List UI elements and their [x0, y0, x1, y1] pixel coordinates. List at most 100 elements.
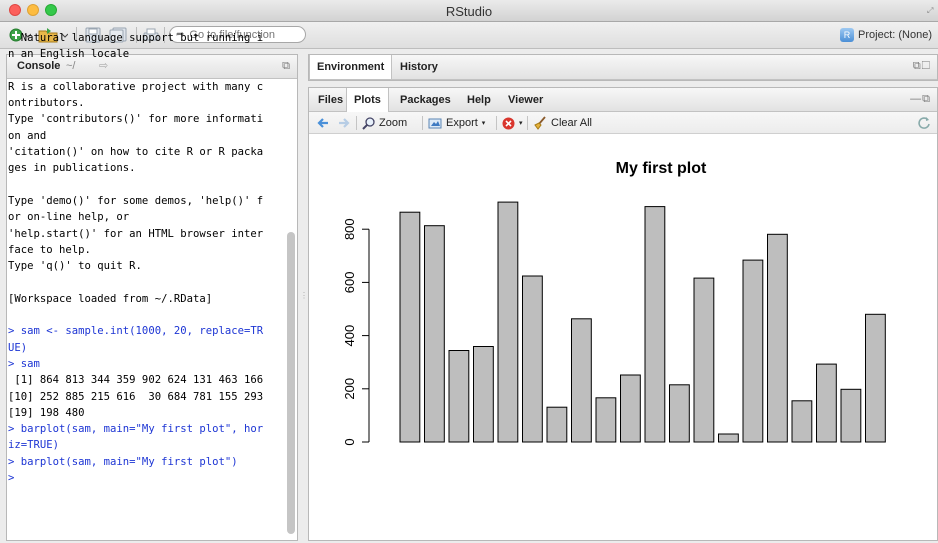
console-line: Type 'q()' to quit R. [8, 260, 142, 273]
console-line: n an English locale [8, 48, 130, 61]
export-label: Export [446, 117, 478, 129]
plot-area: My first plot 0 200 400 600 800 [309, 134, 937, 540]
chart-title: My first plot [616, 160, 707, 177]
console-line: R is a collaborative project with many c [8, 80, 264, 93]
tab-help-label: Help [467, 93, 491, 106]
chart-bar [546, 406, 568, 443]
chart-bar [571, 318, 592, 443]
project-label: Project: (None) [858, 29, 932, 41]
environment-header: Environment History ⧉☐ [309, 55, 937, 80]
tab-viewer-label: Viewer [508, 93, 544, 106]
splitter-grip-icon: ⋮ [300, 291, 308, 300]
y-tick-label: 200 [342, 378, 357, 400]
back-arrow-icon[interactable] [316, 115, 330, 131]
bar-chart: My first plot 0 200 400 600 800 [342, 160, 886, 446]
console-line: > sam <- sample.int(1000, 20, replace=TR [8, 325, 264, 338]
plots-pane: Files Plots Packages Help Viewer —⧉ Zoom… [308, 87, 938, 541]
window-titlebar: RStudio ⤢ [0, 0, 938, 22]
chart-bar [644, 206, 666, 443]
plots-header: Files Plots Packages Help Viewer —⧉ [309, 88, 937, 112]
chart-bar [497, 201, 519, 443]
tab-plots[interactable]: Plots [346, 88, 389, 112]
export-icon [428, 118, 442, 128]
chevron-down-icon: ▾ [519, 120, 523, 127]
broom-icon [534, 116, 546, 130]
console-line: > barplot(sam, main="My first plot") [8, 455, 238, 468]
chart-bar [448, 350, 470, 443]
zoom-label: Zoom [379, 117, 408, 129]
console-line: [19] 198 480 [8, 406, 85, 419]
console-line: Type 'contributors()' for more informati [8, 113, 264, 126]
tab-environment[interactable]: Environment [309, 55, 393, 79]
chart-bar [718, 433, 739, 443]
remove-icon [502, 117, 515, 129]
console-line: face to help. [8, 243, 91, 256]
console-line: > sam [8, 357, 40, 370]
tab-files[interactable]: Files [311, 88, 350, 111]
fullscreen-icon[interactable]: ⤢ [927, 6, 935, 15]
y-tick-label: 800 [342, 218, 357, 240]
console-line: [1] 864 813 344 359 902 624 131 463 166 [8, 374, 264, 387]
pane-splitter[interactable]: ⋮ [298, 49, 308, 543]
project-menu[interactable]: R Project: (None) [840, 28, 932, 42]
tab-plots-label: Plots [354, 94, 381, 106]
refresh-icon[interactable] [917, 115, 931, 131]
console-line: ontributors. [8, 97, 85, 110]
console-line: 'help.start()' for an HTML browser inter [8, 227, 264, 240]
chart-bar [595, 397, 617, 443]
y-tick-label: 0 [342, 438, 357, 445]
console-line: UE) [8, 341, 28, 354]
chart-bar [767, 233, 788, 443]
project-icon: R [840, 28, 855, 42]
window-title: RStudio [445, 4, 493, 19]
console-line: > [8, 472, 15, 485]
console-line: iz=TRUE) [8, 439, 60, 452]
chart-bar [840, 388, 862, 443]
chart-bar [865, 313, 886, 443]
console-output[interactable]: Natural language support but running i n … [8, 30, 284, 522]
console-scrollbar[interactable] [287, 232, 295, 534]
minimize-maximize-icons[interactable]: —⧉ [910, 93, 931, 106]
chevron-down-icon: ▾ [481, 120, 486, 127]
chart-bar [399, 211, 421, 443]
chart-bar [424, 225, 445, 443]
tab-viewer[interactable]: Viewer [501, 88, 550, 111]
zoom-button[interactable]: Zoom [362, 115, 407, 131]
console-line: [10] 252 885 215 616 30 684 781 155 293 [8, 390, 264, 403]
chart-bar [522, 275, 543, 443]
console-line: Natural language support but running i [8, 32, 264, 44]
console-line: ges in publications. [8, 162, 136, 175]
chart-bar [669, 384, 690, 443]
environment-pane: Environment History ⧉☐ [308, 54, 938, 81]
clear-all-button[interactable]: Clear All [533, 115, 592, 131]
chart-bar [742, 259, 764, 443]
chart-bar [473, 346, 494, 443]
tab-help[interactable]: Help [460, 88, 498, 111]
console-line: or on-line help, or [8, 211, 130, 224]
clear-all-label: Clear All [551, 117, 592, 129]
tab-packages[interactable]: Packages [393, 88, 458, 111]
chart-bar [620, 374, 641, 443]
chart-bar [693, 277, 715, 443]
tab-packages-label: Packages [400, 93, 451, 106]
console-line: Type 'demo()' for some demos, 'help()' f [8, 194, 264, 207]
console-line: [Workspace loaded from ~/.RData] [8, 292, 213, 305]
restore-pane-icons[interactable]: ⧉☐ [913, 60, 931, 73]
console-line: on and [8, 129, 47, 142]
chart-bar [791, 400, 813, 443]
console-line: > barplot(sam, main="My first plot", hor [8, 423, 264, 436]
y-tick-label: 400 [342, 325, 357, 347]
export-menu[interactable]: Export ▾ [428, 115, 485, 131]
forward-arrow-icon[interactable] [337, 115, 351, 131]
tab-history[interactable]: History [393, 55, 445, 78]
tab-environment-label: Environment [317, 61, 385, 73]
tab-files-label: Files [318, 93, 344, 106]
remove-plot-button[interactable]: ▾ [502, 115, 523, 131]
chart-bar [816, 363, 837, 443]
y-tick-label: 600 [342, 272, 357, 294]
tab-history-label: History [400, 60, 438, 73]
